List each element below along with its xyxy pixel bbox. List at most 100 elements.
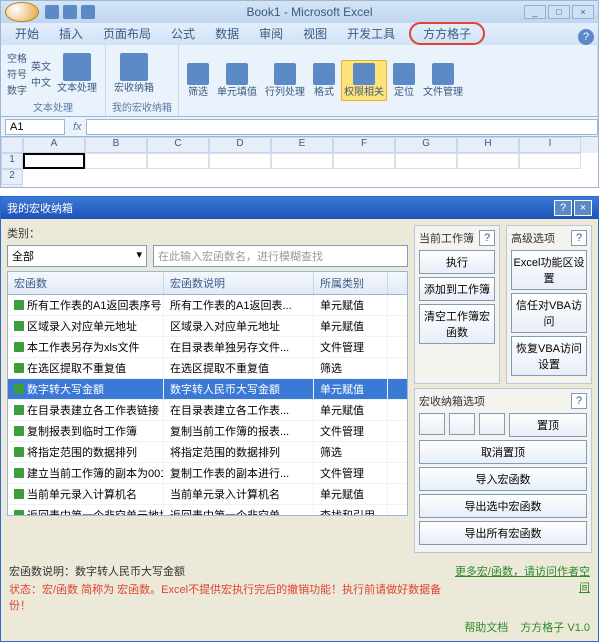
- cell-B1[interactable]: [85, 153, 147, 169]
- dialog-help-button[interactable]: ?: [554, 200, 572, 216]
- excel-ribbon-settings-button[interactable]: Excel功能区设置: [511, 250, 587, 290]
- col-header-I[interactable]: I: [519, 137, 581, 153]
- tab-developer[interactable]: 开发工具: [337, 22, 405, 45]
- close-button[interactable]: ×: [572, 5, 594, 19]
- row-header-1[interactable]: 1: [1, 153, 23, 169]
- import-macro-button[interactable]: 导入宏函数: [419, 467, 587, 491]
- office-button[interactable]: [5, 2, 39, 22]
- ribbon-item-chinese[interactable]: 中文: [31, 74, 51, 89]
- help-doc-link[interactable]: 帮助文档: [464, 619, 508, 635]
- tab-review[interactable]: 审阅: [249, 22, 293, 45]
- col-header-E[interactable]: E: [271, 137, 333, 153]
- tab-view[interactable]: 视图: [293, 22, 337, 45]
- col-header-C[interactable]: C: [147, 137, 209, 153]
- ribbon-text-processing[interactable]: 文本处理: [55, 51, 99, 96]
- formula-bar[interactable]: [86, 119, 598, 135]
- ribbon-permission[interactable]: 权限相关: [341, 60, 387, 101]
- tab-data[interactable]: 数据: [205, 22, 249, 45]
- table-row[interactable]: 复制报表到临时工作簿复制当前工作簿的报表...文件管理: [8, 421, 407, 442]
- cell-H1[interactable]: [457, 153, 519, 169]
- formula-bar-row: fx: [1, 117, 598, 137]
- dialog-close-button[interactable]: ×: [574, 200, 592, 216]
- col-header-F[interactable]: F: [333, 137, 395, 153]
- cell-E1[interactable]: [271, 153, 333, 169]
- tab-insert[interactable]: 插入: [49, 22, 93, 45]
- locate-icon: [393, 63, 415, 85]
- redo-icon[interactable]: [81, 5, 95, 19]
- ribbon-item-symbol[interactable]: 符号: [7, 66, 27, 81]
- col-header-D[interactable]: D: [209, 137, 271, 153]
- table-row[interactable]: 本工作表另存为xls文件在目录表单独另存文件...文件管理: [8, 337, 407, 358]
- ribbon-item-english[interactable]: 英文: [31, 58, 51, 73]
- col-header-A[interactable]: A: [23, 137, 85, 153]
- ribbon-tabs: 开始 插入 页面布局 公式 数据 审阅 视图 开发工具 方方格子 ?: [1, 23, 598, 45]
- table-row[interactable]: 在目录表建立各工作表链接在目录表建立各工作表...单元赋值: [8, 400, 407, 421]
- cell-F1[interactable]: [333, 153, 395, 169]
- cell-C1[interactable]: [147, 153, 209, 169]
- ribbon-group-text: 空格 符号 数字 英文 中文 文本处理 文本处理: [1, 45, 106, 116]
- edit-icon-button[interactable]: [479, 413, 505, 435]
- table-row[interactable]: 在选区提取不重复值在选区提取不重复值筛选: [8, 358, 407, 379]
- help-icon[interactable]: ?: [571, 393, 587, 409]
- col-cat[interactable]: 所属类别: [314, 272, 388, 294]
- table-row[interactable]: 返回表中第一个非空单元地址返回表中第一个非空单...查找和引用: [8, 505, 407, 515]
- dialog-titlebar[interactable]: 我的宏收纳箱 ? ×: [1, 197, 598, 219]
- clear-workbook-macros-button[interactable]: 清空工作簿宏函数: [419, 304, 495, 344]
- add-icon-button[interactable]: [419, 413, 445, 435]
- cell-G1[interactable]: [395, 153, 457, 169]
- table-row[interactable]: 将指定范围的数据排列将指定范围的数据排列筛选: [8, 442, 407, 463]
- more-macros-link[interactable]: 更多宏/函数，请访问作者空间: [455, 566, 590, 594]
- table-row[interactable]: 当前单元录入计算机名当前单元录入计算机名单元赋值: [8, 484, 407, 505]
- tab-layout[interactable]: 页面布局: [93, 22, 161, 45]
- ribbon-item-number[interactable]: 数字: [7, 82, 27, 97]
- table-row[interactable]: 数字转大写金额数字转人民币大写金额单元赋值: [8, 379, 407, 400]
- unpin-button[interactable]: 取消置顶: [419, 440, 587, 464]
- help-icon[interactable]: ?: [578, 29, 594, 45]
- add-to-workbook-button[interactable]: 添加到工作簿: [419, 277, 495, 301]
- table-row[interactable]: 建立当前工作簿的副本为001表复制工作表的副本进行...文件管理: [8, 463, 407, 484]
- execute-button[interactable]: 执行: [419, 250, 495, 274]
- cell-I1[interactable]: [519, 153, 581, 169]
- col-header-G[interactable]: G: [395, 137, 457, 153]
- ribbon: 空格 符号 数字 英文 中文 文本处理 文本处理 宏收纳箱: [1, 45, 598, 117]
- row-header-2[interactable]: 2: [1, 169, 23, 185]
- ribbon-rowcol[interactable]: 行列处理: [263, 61, 307, 100]
- ribbon-cellfill[interactable]: 单元填值: [215, 61, 259, 100]
- pin-top-button[interactable]: 置顶: [509, 413, 587, 437]
- select-all[interactable]: [1, 137, 23, 153]
- ribbon-filemgmt[interactable]: 文件管理: [421, 61, 465, 100]
- ribbon-locate[interactable]: 定位: [391, 61, 417, 100]
- table-row[interactable]: 所有工作表的A1返回表序号所有工作表的A1返回表...单元赋值: [8, 295, 407, 316]
- name-box[interactable]: [5, 119, 65, 135]
- tab-fangfanggezi[interactable]: 方方格子: [409, 22, 485, 45]
- tab-formulas[interactable]: 公式: [161, 22, 205, 45]
- category-combo[interactable]: 全部 ▾: [7, 245, 147, 267]
- ribbon-item-space[interactable]: 空格: [7, 50, 27, 65]
- minimize-button[interactable]: _: [524, 5, 546, 19]
- col-name[interactable]: 宏函数: [8, 272, 164, 294]
- restore-vba-button[interactable]: 恢复VBA访问设置: [511, 336, 587, 376]
- ribbon-format[interactable]: 格式: [311, 61, 337, 100]
- save-icon[interactable]: [45, 5, 59, 19]
- undo-icon[interactable]: [63, 5, 77, 19]
- fx-icon[interactable]: fx: [69, 121, 86, 133]
- col-header-H[interactable]: H: [457, 137, 519, 153]
- ribbon-filter[interactable]: 筛选: [185, 61, 211, 100]
- excel-window: Book1 - Microsoft Excel _ □ × 开始 插入 页面布局…: [0, 0, 599, 188]
- ribbon-macro-storage[interactable]: 宏收纳箱: [112, 51, 156, 96]
- macro-box-dialog: 我的宏收纳箱 ? × 类别： 全部 ▾ 在此输入宏函数名，进行模糊查找 宏函数 …: [0, 196, 599, 642]
- export-all-button[interactable]: 导出所有宏函数: [419, 521, 587, 545]
- col-header-B[interactable]: B: [85, 137, 147, 153]
- tab-home[interactable]: 开始: [5, 22, 49, 45]
- maximize-button[interactable]: □: [548, 5, 570, 19]
- table-row[interactable]: 区域录入对应单元地址区域录入对应单元地址单元赋值: [8, 316, 407, 337]
- delete-icon-button[interactable]: [449, 413, 475, 435]
- cell-D1[interactable]: [209, 153, 271, 169]
- export-selected-button[interactable]: 导出选中宏函数: [419, 494, 587, 518]
- help-icon[interactable]: ?: [571, 230, 587, 246]
- trust-vba-button[interactable]: 信任对VBA访问: [511, 293, 587, 333]
- col-desc[interactable]: 宏函数说明: [164, 272, 314, 294]
- cell-A1[interactable]: [23, 153, 85, 169]
- help-icon[interactable]: ?: [479, 230, 495, 246]
- search-input[interactable]: 在此输入宏函数名，进行模糊查找: [153, 245, 408, 267]
